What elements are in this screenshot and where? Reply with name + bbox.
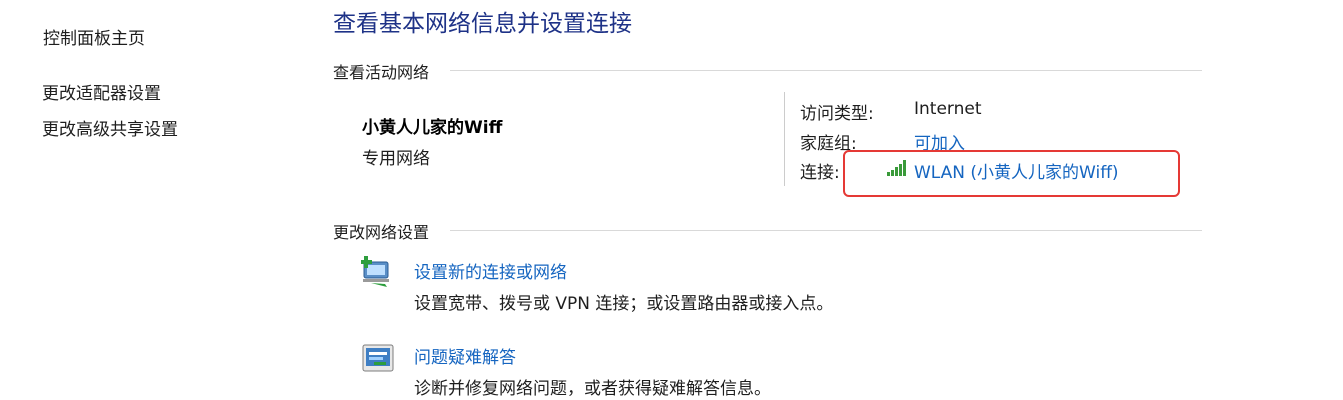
page-title: 查看基本网络信息并设置连接 <box>333 11 632 37</box>
section-divider <box>450 230 1202 231</box>
sidebar-item-change-advanced-sharing[interactable]: 更改高级共享设置 <box>42 115 178 140</box>
highlight-annotation <box>843 150 1180 197</box>
network-type: 专用网络 <box>362 149 430 169</box>
access-type-label: 访问类型: <box>800 104 874 124</box>
sidebar-item-control-panel-home[interactable]: 控制面板主页 <box>43 24 145 49</box>
sidebar-item-change-adapter-settings[interactable]: 更改适配器设置 <box>42 79 161 104</box>
new-connection-icon <box>360 256 395 288</box>
troubleshoot-link[interactable]: 问题疑难解答 <box>414 343 516 368</box>
change-settings-header: 更改网络设置 <box>333 223 430 242</box>
network-name: 小黄人儿家的Wiff <box>362 118 503 138</box>
troubleshoot-icon <box>362 344 394 374</box>
troubleshoot-desc: 诊断并修复网络问题，或者获得疑难解答信息。 <box>414 379 771 399</box>
access-type-value: Internet <box>914 99 982 119</box>
vertical-divider <box>784 92 785 186</box>
connections-label: 连接: <box>800 163 840 183</box>
setup-new-connection-link[interactable]: 设置新的连接或网络 <box>414 258 567 283</box>
setup-new-connection-desc: 设置宽带、拨号或 VPN 连接；或设置路由器或接入点。 <box>414 294 834 314</box>
section-divider <box>450 70 1202 71</box>
active-networks-header: 查看活动网络 <box>333 63 430 82</box>
